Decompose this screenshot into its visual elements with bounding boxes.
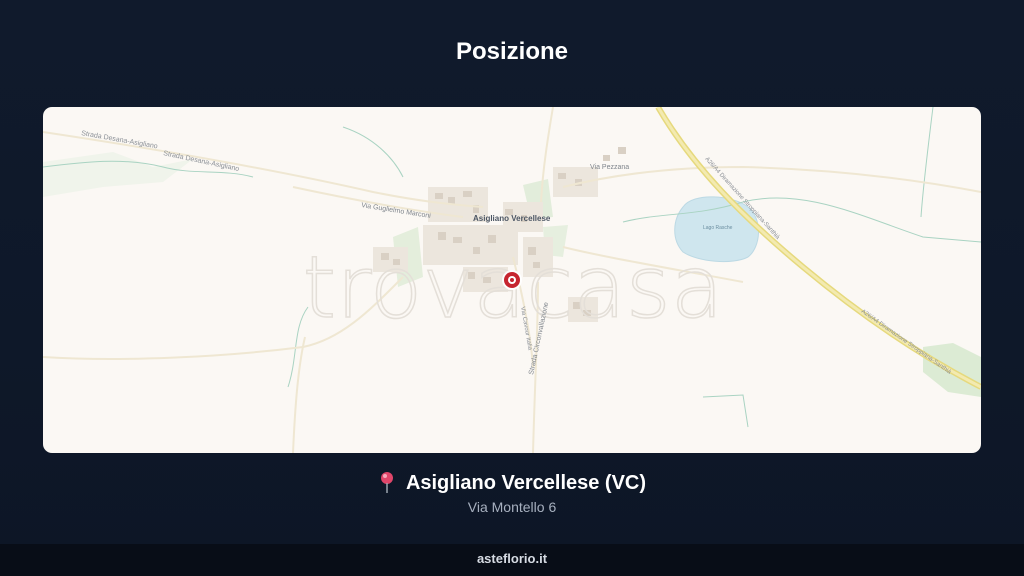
map-view[interactable]: trovacasa Strada Desana-Asigliano Strada… [43,107,981,453]
stream [342,126,404,178]
town-label: Asigliano Vercellese [473,214,551,223]
stream [702,394,749,428]
location-name: Asigliano Vercellese (VC) [405,471,647,494]
pin-icon [380,472,393,493]
green-area [43,152,193,197]
road-label: Via Pezzana [590,164,629,171]
location-row: Asigliano Vercellese (VC) [0,471,1024,495]
stream [920,107,934,218]
page-title: Posizione [455,38,569,65]
location-marker-icon[interactable] [502,270,522,290]
road-label: A26/A4 Diramazione Stroppiana-Santhià [860,309,953,376]
address: Via Montello 6 [467,499,557,515]
lake-label: Lago Rasche [703,225,733,231]
road-label: Via Guglielmo Marconi [361,202,432,220]
map-canvas: trovacasa Strada Desana-Asigliano Strada… [43,107,981,453]
footer: asteflorio.it [0,544,1024,576]
footer-brand[interactable]: asteflorio.it [477,551,547,566]
